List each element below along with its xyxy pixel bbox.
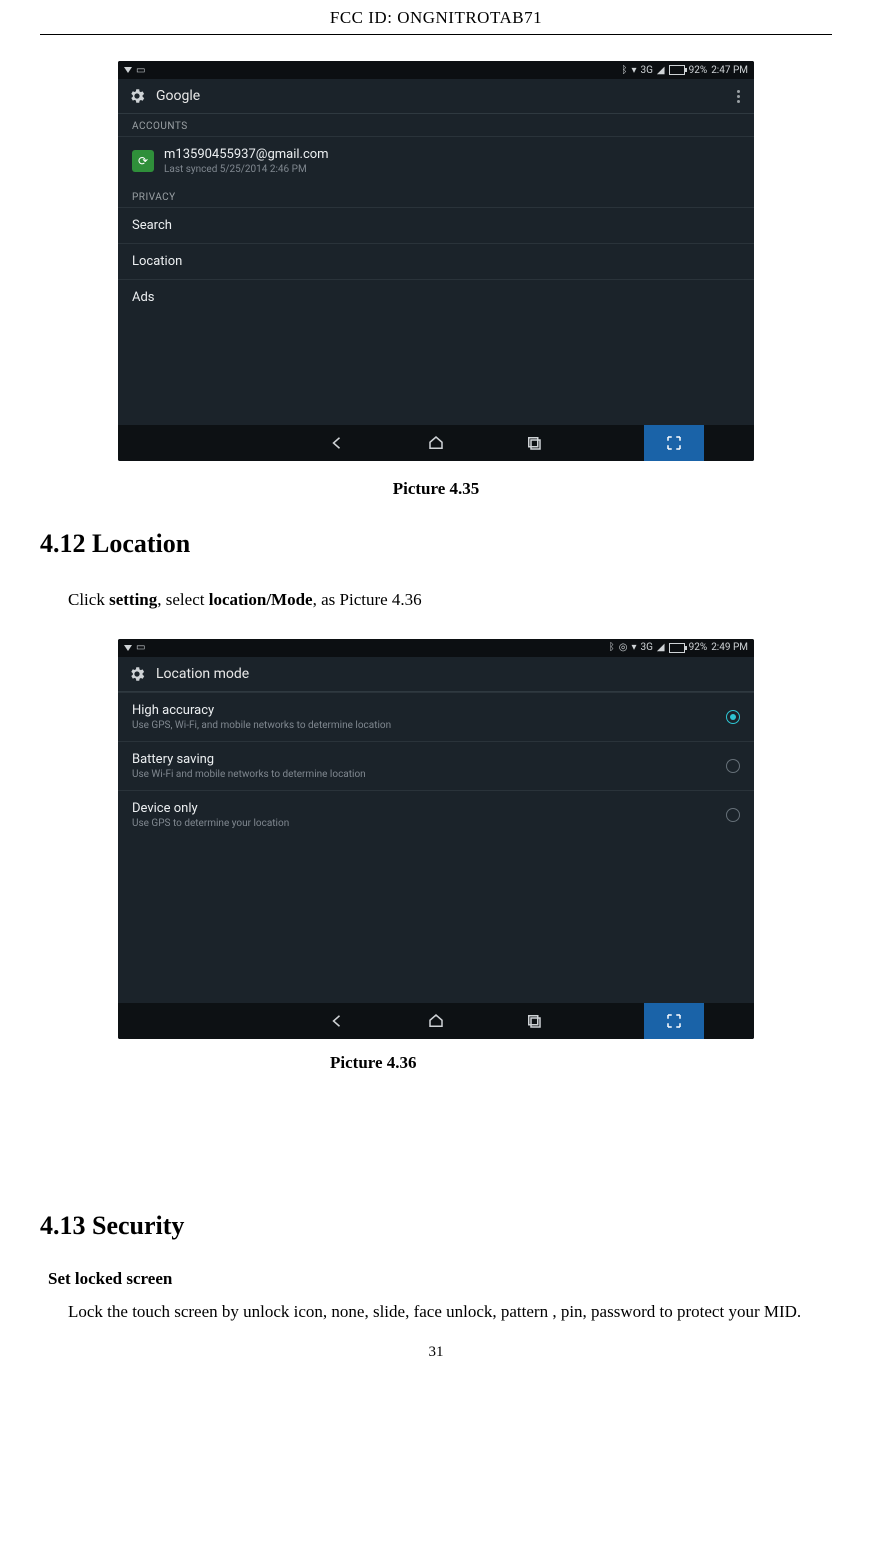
row-battery-saving[interactable]: Battery saving Use Wi-Fi and mobile netw… — [118, 741, 754, 790]
wifi-icon: ▾ — [631, 65, 636, 76]
wifi-icon: ▾ — [631, 642, 636, 653]
t-bold: location/Mode — [209, 590, 313, 609]
radio-unselected[interactable] — [726, 808, 740, 822]
nav-bar — [118, 425, 754, 461]
radio-unselected[interactable] — [726, 759, 740, 773]
account-email: m13590455937@gmail.com — [164, 147, 329, 162]
nav-bar — [118, 1003, 754, 1039]
clock: 2:49 PM — [711, 642, 748, 653]
row-sub: Use GPS, Wi-Fi, and mobile networks to d… — [132, 720, 391, 731]
row-location[interactable]: Location — [118, 243, 754, 279]
recents-button[interactable] — [525, 434, 543, 452]
sim-icon: ▭ — [136, 642, 145, 653]
notification-icon — [124, 645, 132, 651]
accounts-section-label: ACCOUNTS — [118, 114, 754, 136]
row-label: Location — [132, 254, 182, 269]
account-sync-sub: Last synced 5/25/2014 2:46 PM — [164, 164, 329, 175]
network-label: 3G — [640, 642, 652, 653]
back-button[interactable] — [329, 434, 347, 452]
body-413: Lock the touch screen by unlock icon, no… — [40, 1299, 832, 1325]
empty-area — [118, 315, 754, 425]
sync-icon: ⟳ — [132, 150, 154, 172]
row-title: Battery saving — [132, 752, 366, 767]
bluetooth-icon: ᛒ — [609, 642, 615, 653]
notification-icon — [124, 67, 132, 73]
t: Click — [68, 590, 109, 609]
screen-title: Google — [156, 88, 200, 104]
t-bold: setting — [109, 590, 157, 609]
recents-button[interactable] — [525, 1012, 543, 1030]
network-label: 3G — [640, 65, 652, 76]
header-label: FCC ID: — [330, 8, 393, 27]
status-bar: ▭ ᛒ ▾ 3G ◢ 92% 2:47 PM — [118, 61, 754, 79]
home-button[interactable] — [427, 1012, 445, 1030]
signal-icon: ◢ — [657, 642, 665, 653]
page-header: FCC ID: ONGNITROTAB71 — [40, 0, 832, 35]
location-icon: ◎ — [619, 642, 628, 653]
row-sub: Use GPS to determine your location — [132, 818, 289, 829]
row-title: Device only — [132, 801, 289, 816]
t: , as Picture 4.36 — [313, 590, 422, 609]
gear-icon — [128, 87, 146, 105]
gear-icon — [128, 665, 146, 683]
body-412: Click setting, select location/Mode, as … — [40, 587, 832, 613]
screenshot-location-mode: ▭ ᛒ ◎ ▾ 3G ◢ 92% 2:49 PM Location mode H… — [118, 639, 754, 1039]
row-high-accuracy[interactable]: High accuracy Use GPS, Wi-Fi, and mobile… — [118, 692, 754, 741]
screenshot-button[interactable] — [644, 425, 704, 461]
heading-412: 4.12 Location — [40, 529, 832, 559]
page-number: 31 — [40, 1344, 832, 1361]
signal-icon: ◢ — [657, 65, 665, 76]
row-search[interactable]: Search — [118, 207, 754, 243]
bluetooth-icon: ᛒ — [621, 65, 627, 76]
t: , select — [157, 590, 208, 609]
empty-area — [118, 839, 754, 1003]
heading-413: 4.13 Security — [40, 1211, 832, 1241]
home-button[interactable] — [427, 434, 445, 452]
battery-icon — [669, 643, 685, 653]
row-label: Ads — [132, 290, 155, 305]
row-ads[interactable]: Ads — [118, 279, 754, 315]
screenshot-google-settings: ▭ ᛒ ▾ 3G ◢ 92% 2:47 PM Google ACCOUNTS ⟳ — [118, 61, 754, 461]
overflow-menu-icon[interactable] — [733, 86, 744, 107]
figure-caption-436: Picture 4.36 — [330, 1053, 832, 1073]
clock: 2:47 PM — [711, 65, 748, 76]
battery-pct: 92% — [689, 65, 708, 76]
status-bar: ▭ ᛒ ◎ ▾ 3G ◢ 92% 2:49 PM — [118, 639, 754, 657]
account-row[interactable]: ⟳ m13590455937@gmail.com Last synced 5/2… — [118, 136, 754, 185]
battery-icon — [669, 65, 685, 75]
row-label: Search — [132, 218, 172, 233]
privacy-section-label: PRIVACY — [118, 185, 754, 207]
figure-caption-435: Picture 4.35 — [40, 479, 832, 499]
back-button[interactable] — [329, 1012, 347, 1030]
subheading-set-locked: Set locked screen — [48, 1269, 832, 1289]
screen-title: Location mode — [156, 666, 249, 682]
battery-pct: 92% — [689, 642, 708, 653]
header-value: ONGNITROTAB71 — [397, 8, 542, 27]
row-sub: Use Wi-Fi and mobile networks to determi… — [132, 769, 366, 780]
title-bar: Location mode — [118, 657, 754, 692]
screenshot-button[interactable] — [644, 1003, 704, 1039]
radio-selected[interactable] — [726, 710, 740, 724]
row-device-only[interactable]: Device only Use GPS to determine your lo… — [118, 790, 754, 839]
row-title: High accuracy — [132, 703, 391, 718]
title-bar: Google — [118, 79, 754, 114]
sim-icon: ▭ — [136, 65, 145, 76]
